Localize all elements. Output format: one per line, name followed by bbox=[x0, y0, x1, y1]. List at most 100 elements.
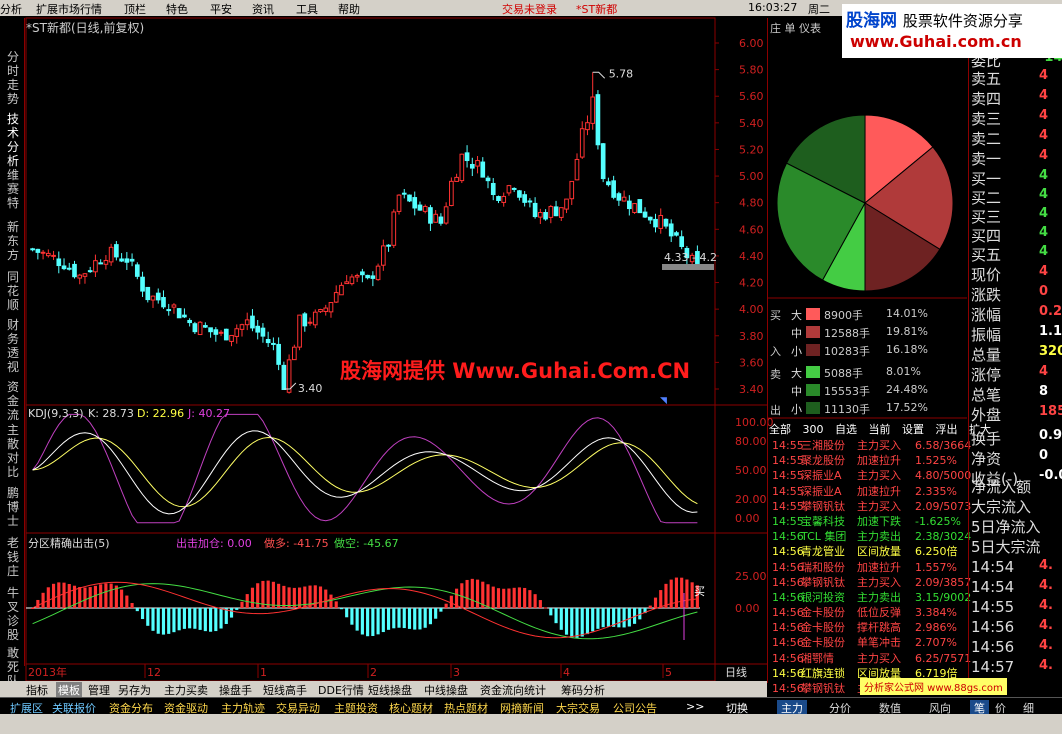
rtab-dan[interactable]: 单 bbox=[785, 22, 796, 35]
candle-body bbox=[511, 187, 517, 190]
candle-body bbox=[171, 304, 177, 308]
deal-row[interactable]: 14:55 宝馨科技 加速下跌 -1.625% bbox=[769, 514, 967, 529]
indicator-tab[interactable]: 另存为 bbox=[118, 682, 151, 698]
filter-watchlist[interactable]: 自选 bbox=[835, 423, 857, 436]
deal-row[interactable]: 14:56 湘鄂情 主力买入 6.25/7571 bbox=[769, 651, 971, 666]
signal-bar bbox=[444, 603, 448, 608]
candle-body bbox=[449, 180, 454, 207]
signal-bar bbox=[606, 608, 610, 627]
candle-body bbox=[45, 252, 51, 257]
rtab-zhuang[interactable]: 庄 bbox=[770, 22, 781, 35]
signal-bar bbox=[622, 608, 626, 628]
signal-bar bbox=[512, 587, 516, 608]
candle-body bbox=[647, 216, 653, 221]
quote-value: 4. bbox=[1039, 578, 1053, 593]
candle-body bbox=[490, 182, 496, 196]
signal-bar bbox=[413, 608, 417, 630]
deal-row[interactable]: 14:55 攀钢钒钛 主力买入 2.09/5073 bbox=[769, 499, 971, 514]
signal-bar bbox=[381, 608, 385, 633]
indicator-tab[interactable]: 管理 bbox=[88, 682, 110, 698]
signal-bar bbox=[575, 608, 579, 638]
logo-tagline: 股票软件资源分享 bbox=[902, 12, 1023, 30]
site-logo: 股海网 股票软件资源分享 www.Guhai.com.cn bbox=[842, 4, 1062, 58]
candle-body bbox=[318, 309, 323, 313]
candle-body bbox=[548, 206, 554, 218]
deal-row[interactable]: 14:56 攀钢钒钛 主力买入 2.09/3857 bbox=[769, 575, 971, 590]
candle-body bbox=[307, 321, 313, 324]
indicator-tab[interactable]: 操盘手 bbox=[219, 682, 252, 698]
deal-row[interactable]: 14:56 金卡股份 单笔冲击 2.707% bbox=[769, 635, 967, 650]
signal-bar bbox=[146, 608, 150, 626]
indicator-tab[interactable]: 模板 bbox=[56, 682, 82, 698]
indicator-tab[interactable]: DDE行情 bbox=[318, 682, 364, 698]
rtab-gauge[interactable]: 仪表 bbox=[799, 22, 821, 35]
quote-stat: 涨幅 0.2 bbox=[971, 304, 1062, 325]
flow-swatch bbox=[806, 384, 820, 396]
indicator-tab[interactable]: 资金流向统计 bbox=[480, 682, 546, 698]
quote-label: 14:55 bbox=[971, 598, 1015, 616]
flow-amount: 12588手 bbox=[824, 327, 870, 340]
indicator-tab[interactable]: 中线操盘 bbox=[424, 682, 468, 698]
deal-row[interactable]: 14:56 金卡股份 撑杆跳高 2.986% bbox=[769, 620, 967, 635]
deal-row[interactable]: 14:56 青龙管业 区间放量 6.250倍 bbox=[769, 544, 967, 559]
deal-row[interactable]: 14:55 聚龙股份 加速拉升 1.525% bbox=[769, 453, 967, 468]
quote-buy-level: 买四 4 bbox=[971, 225, 1048, 246]
signal-bar bbox=[601, 608, 605, 628]
deal-name: 攀钢钒钛 bbox=[801, 575, 845, 589]
filter-all[interactable]: 全部 bbox=[769, 423, 791, 436]
deal-value: 2.335% bbox=[915, 484, 957, 498]
candle-body bbox=[244, 319, 250, 326]
candle-body bbox=[208, 327, 213, 333]
filter-current[interactable]: 当前 bbox=[869, 423, 891, 436]
flow-percent: 24.48% bbox=[886, 383, 928, 396]
flow-size-label: 大 bbox=[791, 367, 802, 380]
indicator-tab[interactable]: 短线操盘 bbox=[368, 682, 412, 698]
candle-body bbox=[433, 213, 438, 223]
indicator-tab[interactable]: 指标 bbox=[26, 682, 48, 698]
filter-settings[interactable]: 设置 bbox=[902, 423, 924, 436]
candle-body bbox=[145, 286, 151, 301]
signal-bar bbox=[188, 608, 192, 629]
signal-bar bbox=[156, 608, 160, 634]
candle-body bbox=[538, 211, 543, 218]
deal-name: 宝馨科技 bbox=[801, 514, 845, 528]
deal-row[interactable]: 14:56 TCL 集团 主力卖出 2.38/3024 bbox=[769, 529, 971, 544]
candle-body bbox=[543, 212, 548, 220]
deal-row[interactable]: 14:55 三湘股份 主力买入 6.58/3664 bbox=[769, 438, 971, 453]
price-tick-label: 4.60 bbox=[739, 223, 764, 236]
indicator-tab[interactable]: 主力买卖 bbox=[164, 682, 208, 698]
deal-row[interactable]: 14:56 瑞和股份 加速拉升 1.557% bbox=[769, 560, 967, 575]
deal-row[interactable]: 14:55 深振业A 加速拉升 2.335% bbox=[769, 484, 967, 499]
min-price-label: 3.40 bbox=[298, 382, 323, 395]
quote-label: 买二 bbox=[971, 189, 1002, 207]
signal-bar bbox=[240, 601, 244, 608]
candle-body bbox=[82, 273, 88, 277]
quote-label: 涨停 bbox=[971, 366, 1002, 384]
filter-float[interactable]: 浮出 bbox=[936, 423, 958, 436]
indicator-tab[interactable]: 短线高手 bbox=[263, 682, 307, 698]
deal-action: 撑杆跳高 bbox=[857, 621, 901, 635]
signal-bar bbox=[350, 608, 354, 625]
quote-value: 320 bbox=[1039, 344, 1062, 359]
signal-bar bbox=[523, 587, 527, 608]
deal-row[interactable]: 14:56 金卡股份 低位反弹 3.384% bbox=[769, 605, 967, 620]
bottom-tab[interactable]: >> bbox=[686, 700, 704, 713]
candle-body bbox=[627, 200, 632, 210]
signal-bar bbox=[266, 580, 270, 608]
flow-size-label: 小 bbox=[791, 345, 802, 358]
indicator-tab[interactable]: 筹码分析 bbox=[561, 682, 605, 698]
signal-bar bbox=[125, 595, 129, 608]
signal-bar bbox=[360, 608, 364, 635]
deal-time: 14:56 bbox=[772, 575, 804, 589]
filter-300[interactable]: 300 bbox=[803, 423, 824, 436]
candle-body bbox=[30, 248, 35, 251]
deal-row[interactable]: 14:55 深振业A 主力买入 4.80/5000 bbox=[769, 468, 971, 483]
candle-body bbox=[312, 311, 318, 326]
date-label: 3 bbox=[453, 666, 460, 679]
kdj-j-value: J: 40.27 bbox=[187, 407, 230, 420]
candle-body bbox=[265, 339, 271, 344]
signal-bar bbox=[277, 583, 281, 608]
date-label: 4 bbox=[563, 666, 570, 679]
deal-row[interactable]: 14:56 银河投资 主力卖出 3.15/9002 bbox=[769, 590, 971, 605]
candle-body bbox=[281, 364, 287, 391]
